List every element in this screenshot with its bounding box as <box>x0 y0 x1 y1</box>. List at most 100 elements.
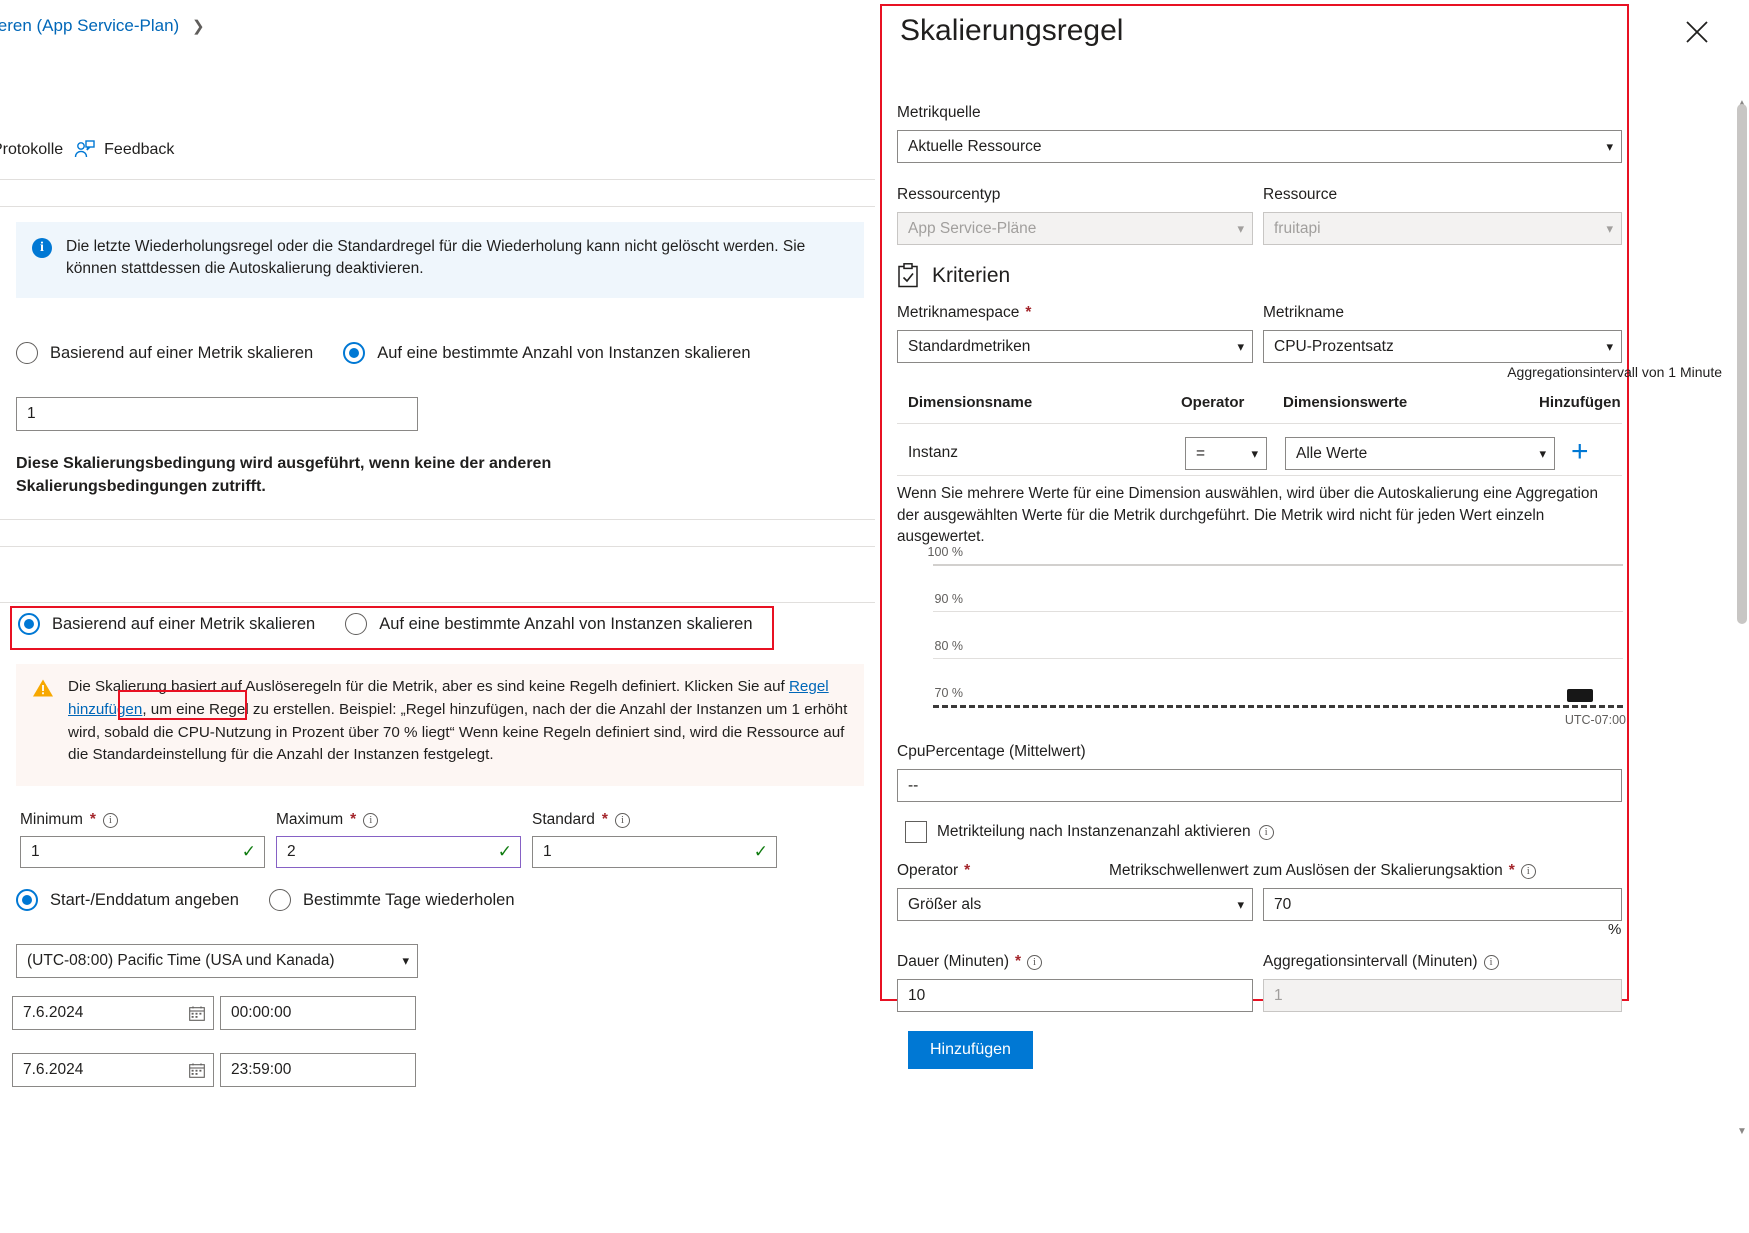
schedule-mode-group: Start-/Enddatum angeben Bestimmte Tage w… <box>16 889 533 911</box>
calendar-icon[interactable] <box>189 1062 205 1078</box>
scale-mode-top-instance-label: Auf eine bestimmte Anzahl von Instanzen … <box>377 343 751 362</box>
radio-repeat-days-icon[interactable] <box>268 889 291 911</box>
schedule-start-end-label: Start-/Enddatum angeben <box>50 890 239 909</box>
duration-value: 10 <box>908 986 926 1004</box>
minimum-input[interactable]: 1 ✓ <box>20 836 265 868</box>
breadcrumb-label[interactable]: ieren (App Service-Plan) <box>0 16 179 35</box>
chart-ytick-70: 70 % <box>934 686 964 700</box>
scale-mode-bottom-metric[interactable]: Basierend auf einer Metrik skalieren <box>18 613 315 635</box>
panel-scrollbar-thumb[interactable] <box>1737 104 1747 624</box>
scroll-down-arrow-icon[interactable]: ▼ <box>1737 1126 1747 1137</box>
end-date-input[interactable]: 7.6.2024 <box>12 1053 214 1087</box>
chevron-down-icon: ▾ <box>402 953 409 968</box>
aggregation-interval-value: 1 <box>1274 986 1283 1004</box>
operator-label: Operator * <box>897 862 970 880</box>
table-header-divider <box>897 423 1622 424</box>
info-icon-duration[interactable]: i <box>1027 954 1043 970</box>
logs-command[interactable]: Protokolle <box>0 141 63 159</box>
info-icon-minimum[interactable]: i <box>102 812 118 828</box>
scale-mode-bottom-instance[interactable]: Auf eine bestimmte Anzahl von Instanzen … <box>345 613 753 635</box>
required-asterisk: * <box>1015 953 1022 970</box>
scale-mode-bottom-metric-label: Basierend auf einer Metrik skalieren <box>52 614 316 633</box>
schedule-start-end-option[interactable]: Start-/Enddatum angeben <box>16 889 239 911</box>
divider-2 <box>0 206 875 207</box>
required-asterisk: * <box>1025 304 1032 321</box>
operator-dimension-value: = <box>1196 444 1206 462</box>
start-date-input[interactable]: 7.6.2024 <box>12 996 214 1030</box>
dimension-values-select[interactable]: Alle Werte ▾ <box>1285 437 1555 470</box>
scale-mode-top-instance[interactable]: Auf eine bestimmte Anzahl von Instanzen … <box>343 342 751 364</box>
info-icon-maximum[interactable]: i <box>363 812 379 828</box>
chart-gridline-80 <box>933 658 1623 659</box>
info-icon-split[interactable]: i <box>1258 824 1274 840</box>
calendar-icon[interactable] <box>189 1005 205 1021</box>
chevron-down-icon: ▾ <box>1237 338 1244 354</box>
start-time-value: 00:00:00 <box>231 1004 292 1021</box>
radio-metric-bottom-icon[interactable] <box>18 613 40 635</box>
metric-name-value: CPU-Prozentsatz <box>1274 337 1394 355</box>
schedule-repeat-days-label: Bestimmte Tage wiederholen <box>302 890 515 909</box>
required-asterisk: * <box>350 811 357 828</box>
radio-instance-bottom-icon[interactable] <box>345 613 368 635</box>
end-date-value: 7.6.2024 <box>23 1061 84 1078</box>
radio-start-end-icon[interactable] <box>16 889 38 911</box>
duration-label-text: Dauer (Minuten) <box>897 953 1009 970</box>
resource-value: fruitapi <box>1274 219 1321 237</box>
clipboard-check-icon <box>898 263 918 288</box>
timezone-select[interactable]: (UTC-08:00) Pacific Time (USA und Kanada… <box>16 944 418 978</box>
criteria-section-header: Kriterien <box>897 263 1010 289</box>
resource-type-select: App Service-Pläne ▾ <box>897 212 1253 245</box>
chart-threshold-line <box>933 705 1623 708</box>
duration-input[interactable]: 10 <box>897 979 1253 1012</box>
metric-source-value: Aktuelle Ressource <box>908 137 1042 155</box>
chart-ytick-100: 100 % <box>927 545 963 559</box>
aggregation-interval-input: 1 <box>1263 979 1622 1012</box>
close-icon[interactable] <box>1683 18 1711 46</box>
metric-namespace-select[interactable]: Standardmetriken ▾ <box>897 330 1253 363</box>
maximum-value: 2 <box>287 843 296 860</box>
metric-split-checkbox[interactable] <box>905 821 927 843</box>
valid-check-icon: ✓ <box>241 842 256 861</box>
minimum-label: Minimum * i <box>20 811 118 829</box>
chart-ytick-80: 80 % <box>934 639 964 653</box>
app-root: ieren (App Service-Plan) ❯ Protokolle Fe… <box>0 0 1749 1233</box>
scale-mode-top-group: Basierend auf einer Metrik skalieren Auf… <box>16 342 769 364</box>
end-time-input[interactable]: 23:59:00 <box>220 1053 416 1087</box>
start-time-input[interactable]: 00:00:00 <box>220 996 416 1030</box>
radio-metric-top-icon[interactable] <box>16 342 38 364</box>
schedule-repeat-days-option[interactable]: Bestimmte Tage wiederholen <box>268 889 515 911</box>
chevron-down-icon: ▾ <box>1606 220 1613 236</box>
operator-label-text: Operator <box>897 862 959 879</box>
chevron-down-icon: ▾ <box>1237 896 1244 912</box>
metric-preview-chart: 100 % 90 % 80 % 70 % UTC-07:00 <box>897 545 1626 727</box>
metric-name-select[interactable]: CPU-Prozentsatz ▾ <box>1263 330 1622 363</box>
instance-count-input[interactable]: 1 <box>16 397 418 431</box>
maximum-input[interactable]: 2 ✓ <box>276 836 521 868</box>
scale-mode-bottom-instance-label: Auf eine bestimmte Anzahl von Instanzen … <box>379 614 753 633</box>
valid-check-icon: ✓ <box>497 842 512 861</box>
metric-source-select[interactable]: Aktuelle Ressource ▾ <box>897 130 1622 163</box>
info-banner: i Die letzte Wiederholungsregel oder die… <box>16 222 864 298</box>
default-input[interactable]: 1 ✓ <box>532 836 777 868</box>
scale-mode-top-metric[interactable]: Basierend auf einer Metrik skalieren <box>16 342 313 364</box>
default-condition-note: Diese Skalierungsbedingung wird ausgefüh… <box>16 455 552 496</box>
metric-namespace-value: Standardmetriken <box>908 337 1031 355</box>
divider-1 <box>0 179 875 180</box>
chart-gridline-90 <box>933 611 1623 612</box>
chevron-down-icon: ▾ <box>1539 445 1546 461</box>
operator-dimension-select[interactable]: = ▾ <box>1185 437 1267 470</box>
warning-icon <box>33 679 53 697</box>
dimension-values-value: Alle Werte <box>1296 444 1368 462</box>
info-icon-aggregation[interactable]: i <box>1483 954 1499 970</box>
timezone-value: (UTC-08:00) Pacific Time (USA und Kanada… <box>27 952 335 969</box>
info-icon-default[interactable]: i <box>614 812 630 828</box>
operator-select[interactable]: Größer als ▾ <box>897 888 1253 921</box>
add-dimension-button[interactable]: + <box>1571 437 1589 467</box>
end-time-value: 23:59:00 <box>231 1061 292 1078</box>
breadcrumb[interactable]: ieren (App Service-Plan) ❯ <box>0 16 205 36</box>
feedback-command[interactable]: Feedback <box>73 140 174 160</box>
threshold-input[interactable]: 70 <box>1263 888 1622 921</box>
add-button[interactable]: Hinzufügen <box>908 1031 1033 1069</box>
info-icon-threshold[interactable]: i <box>1520 863 1536 879</box>
radio-instance-top-icon[interactable] <box>343 342 366 364</box>
